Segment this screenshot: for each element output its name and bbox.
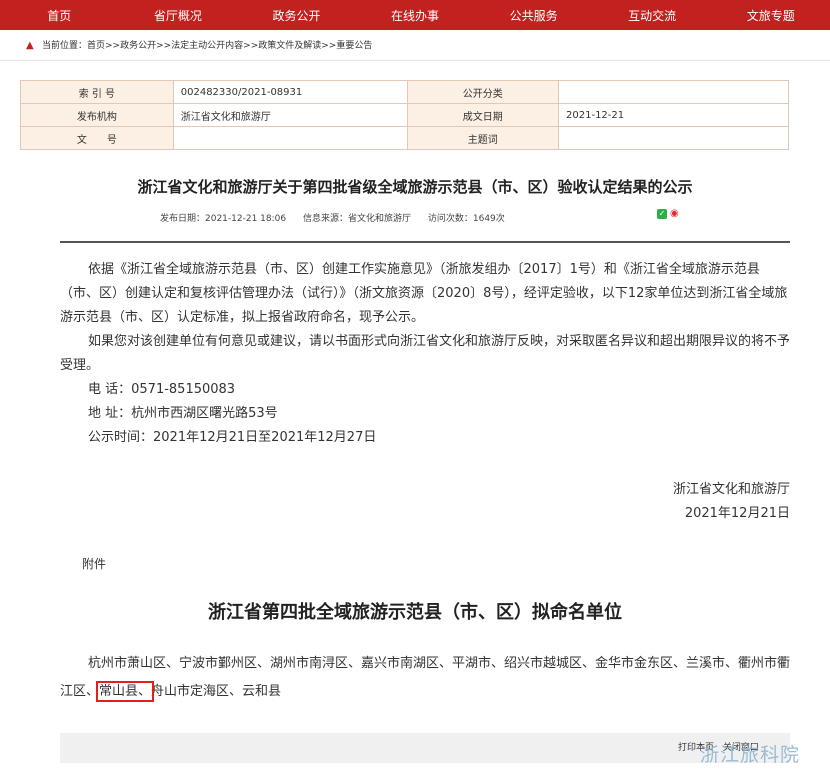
topic-value [558, 126, 789, 150]
publicity-period: 公示时间：2021年12月21日至2021年12月27日 [88, 430, 377, 445]
contact-address: 地 址：杭州市西湖区曙光路53号 [88, 406, 278, 421]
docno-label: 文 号 [20, 126, 174, 150]
unit-list: 杭州市萧山区、宁波市鄞州区、湖州市南浔区、嘉兴市南湖区、平湖市、绍兴市越城区、金… [60, 650, 790, 706]
info-source: 信息来源：省文化和旅游厅 [302, 214, 411, 224]
share-buttons: ✓ ◉ [657, 209, 681, 219]
meta-table: 索 引 号 002482330/2021-08931 公开分类 发布机构 浙江省… [20, 80, 789, 150]
sign-date: 2021年12月21日 [684, 506, 790, 521]
breadcrumb: ▲ 当前位置：首页>>政务公开>>法定主动公开内容>>政策文件及解读>>重要公告 [0, 30, 830, 61]
category-value [558, 80, 789, 104]
weibo-share-icon[interactable]: ◉ [670, 209, 681, 219]
nav-home[interactable]: 首页 [0, 0, 119, 30]
category-label: 公开分类 [406, 80, 560, 104]
signer: 浙江省文化和旅游厅 [672, 482, 790, 497]
nav-overview[interactable]: 省厅概况 [119, 0, 238, 30]
date-label: 成文日期 [406, 103, 560, 127]
wechat-share-icon[interactable]: ✓ [657, 209, 667, 219]
article-body: 依据《浙江省全域旅游示范县（市、区）创建工作实施意见》（浙旅发组办〔2017〕1… [60, 258, 790, 450]
attachment-title: 浙江省第四批全域旅游示范县（市、区）拟命名单位 [208, 602, 622, 623]
index-label: 索 引 号 [20, 80, 174, 104]
index-value: 002482330/2021-08931 [172, 80, 408, 104]
paragraph-basis: 依据《浙江省全域旅游示范县（市、区）创建工作实施意见》（浙旅发组办〔2017〕1… [60, 262, 788, 325]
attachment-label: 附件 [82, 557, 107, 571]
nav-public-service[interactable]: 公共服务 [474, 0, 593, 30]
publisher-value: 浙江省文化和旅游厅 [172, 103, 408, 127]
contact-phone: 电 话：0571-85150083 [88, 382, 236, 397]
top-nav: 首页 省厅概况 政务公开 在线办事 公共服务 互动交流 文旅专题 [0, 0, 830, 30]
divider [60, 241, 790, 243]
nav-online-service[interactable]: 在线办事 [356, 0, 475, 30]
article-title: 浙江省文化和旅游厅关于第四批省级全域旅游示范县（市、区）验收认定结果的公示 [137, 178, 693, 196]
article-info: 发布日期：2021-12-21 18:06 信息来源：省文化和旅游厅 访问次数：… [160, 211, 519, 224]
paragraph-feedback: 如果您对该创建单位有何意见或建议，请以书面形式向浙江省文化和旅游厅反映，对采取匿… [60, 334, 791, 373]
watermark: 浙江旅科院 [700, 744, 801, 766]
publish-date: 发布日期：2021-12-21 18:06 [160, 214, 287, 224]
nav-culture-tourism[interactable]: 文旅专题 [711, 0, 830, 30]
nav-gov-affairs[interactable]: 政务公开 [237, 0, 356, 30]
date-value: 2021-12-21 [558, 103, 789, 127]
highlighted-unit: 常山县、 [96, 681, 155, 702]
nav-interaction[interactable]: 互动交流 [593, 0, 712, 30]
unit-list-part2: 舟山市定海区、云和县 [151, 684, 282, 699]
breadcrumb-text[interactable]: 当前位置：首页>>政务公开>>法定主动公开内容>>政策文件及解读>>重要公告 [26, 41, 372, 51]
publisher-label: 发布机构 [20, 103, 174, 127]
view-count: 访问次数：1649次 [427, 214, 505, 224]
docno-value [172, 126, 408, 150]
signature: 浙江省文化和旅游厅 2021年12月21日 [673, 478, 790, 526]
location-icon: ▲ [26, 40, 34, 51]
topic-label: 主题词 [406, 126, 560, 150]
